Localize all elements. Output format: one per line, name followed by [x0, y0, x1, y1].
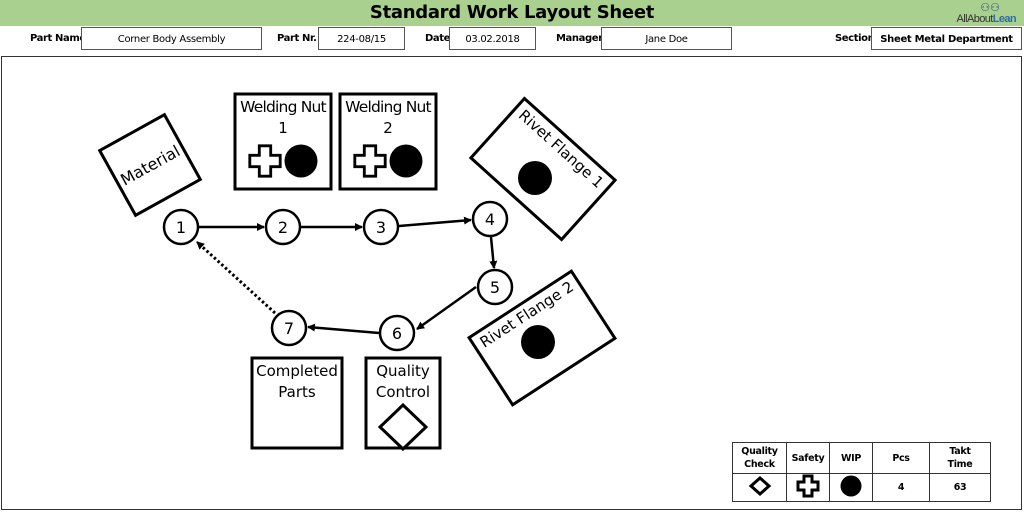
wip-dot-icon — [521, 325, 555, 359]
legend-quality-check-symbol — [732, 473, 787, 502]
step-number: 5 — [490, 278, 500, 297]
wip-dot-icon — [840, 475, 862, 497]
step-number: 4 — [485, 210, 495, 229]
step-2[interactable]: 2 — [264, 208, 302, 246]
safety-cross-icon — [796, 474, 820, 498]
legend-wip-symbol — [829, 473, 873, 502]
legend-pcs-value: 4 — [872, 473, 930, 502]
step-number: 7 — [284, 319, 294, 338]
step-3[interactable]: 3 — [362, 208, 400, 246]
quality-control-line1: Quality — [376, 362, 430, 380]
wip-dot-icon — [284, 144, 318, 178]
step-7[interactable]: 7 — [270, 309, 308, 347]
welding-nut-1-number: 1 — [278, 119, 288, 137]
step-number: 1 — [176, 218, 186, 237]
station-quality-control[interactable]: Quality Control — [364, 356, 442, 452]
quality-check-icon — [748, 475, 771, 497]
legend-table: Quality Check Safety WIP Pcs Takt Time 4 6… — [732, 442, 991, 502]
step-number: 2 — [278, 218, 288, 237]
flow-arrow-4-5 — [489, 236, 498, 269]
station-welding-nut-1[interactable]: Welding Nut 1 — [233, 92, 333, 191]
station-welding-nut-2[interactable]: Welding Nut 2 — [338, 92, 438, 191]
welding-nut-1-title: Welding Nut — [240, 98, 326, 116]
wip-dot-icon — [389, 144, 423, 178]
legend-header-safety: Safety — [786, 442, 830, 474]
flow-arrows — [195, 216, 498, 335]
legend-header-pcs: Pcs — [872, 442, 930, 474]
step-number: 6 — [392, 324, 402, 343]
welding-nut-2-title: Welding Nut — [345, 98, 431, 116]
flow-arrow-5-6 — [416, 285, 477, 331]
station-material[interactable]: Material — [97, 112, 203, 218]
flow-arrow-3-4 — [398, 216, 472, 228]
work-layout-diagram: Material Welding Nut 1 Welding Nut 2 Riv… — [97, 92, 618, 452]
legend-safety-symbol — [786, 473, 830, 502]
quality-control-line2: Control — [376, 383, 430, 401]
step-number: 3 — [376, 218, 386, 237]
legend-header-wip: WIP — [829, 442, 873, 474]
wip-dot-icon — [518, 161, 552, 195]
station-completed-parts[interactable]: Completed Parts — [250, 356, 344, 450]
legend-takt-time-value: 63 — [929, 473, 991, 502]
step-4[interactable]: 4 — [471, 200, 509, 238]
completed-parts-line2: Parts — [278, 383, 316, 401]
completed-parts-line1: Completed — [256, 362, 338, 380]
step-6[interactable]: 6 — [378, 314, 416, 352]
welding-nut-2-number: 2 — [383, 119, 393, 137]
flow-arrow-6-7 — [307, 323, 380, 335]
step-1[interactable]: 1 — [162, 208, 200, 246]
legend-header-takt-time: Takt Time — [929, 442, 991, 474]
legend-header-quality-check: Quality Check — [732, 442, 787, 474]
flow-arrow-7-1 — [195, 240, 277, 315]
step-5[interactable]: 5 — [476, 268, 514, 306]
